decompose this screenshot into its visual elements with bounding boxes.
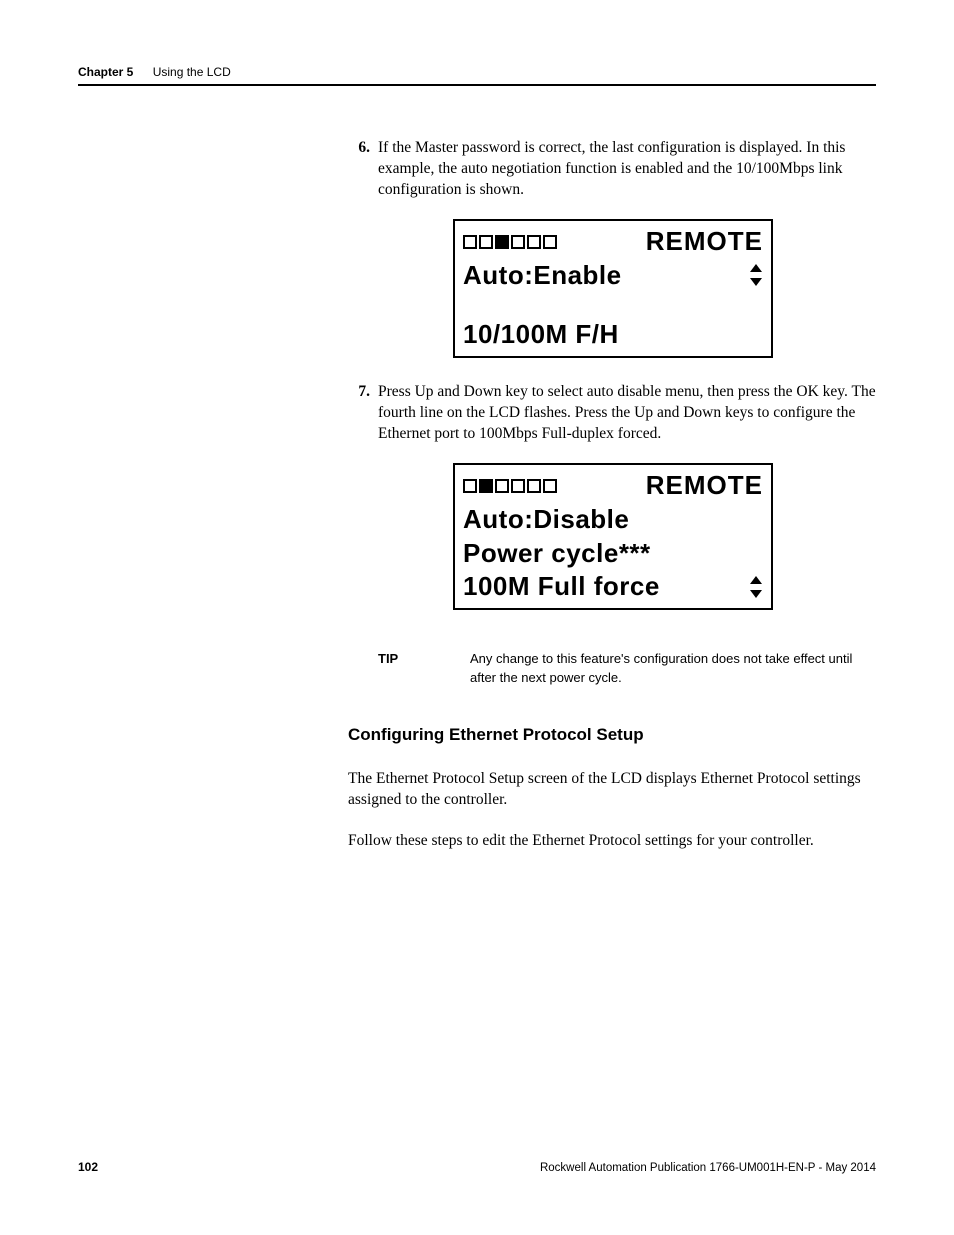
- io-box-empty-icon: [495, 479, 509, 493]
- link-setting: 100M Full force: [463, 570, 660, 604]
- io-box-empty-icon: [527, 235, 541, 249]
- io-box-filled-icon: [495, 235, 509, 249]
- io-box-empty-icon: [463, 235, 477, 249]
- up-down-arrow-icon: [749, 264, 763, 286]
- step-6: 6. If the Master password is correct, th…: [348, 138, 878, 201]
- lcd-display: REMOTE Auto:Enable 10/100M F/H: [453, 219, 773, 358]
- lcd-display: REMOTE Auto:Disable Power cycle*** 100M …: [453, 463, 773, 610]
- lcd-row-4: 100M Full force: [463, 570, 763, 604]
- page-header: Chapter 5 Using the LCD: [78, 64, 876, 80]
- io-box-empty-icon: [463, 479, 477, 493]
- io-box-empty-icon: [543, 479, 557, 493]
- header-title: Using the LCD: [153, 65, 231, 79]
- tip-body: Any change to this feature's configurati…: [470, 650, 878, 688]
- io-indicators: [463, 479, 557, 493]
- io-box-empty-icon: [479, 235, 493, 249]
- tip-block: TIP Any change to this feature's configu…: [348, 650, 878, 688]
- lcd-row-1: REMOTE: [463, 469, 763, 503]
- auto-setting: Auto:Enable: [463, 259, 622, 293]
- lcd-row-4: 10/100M F/H: [463, 318, 763, 352]
- step-text: If the Master password is correct, the l…: [378, 138, 878, 201]
- section-heading: Configuring Ethernet Protocol Setup: [348, 724, 878, 747]
- lcd-row-2: Auto:Enable: [463, 259, 763, 293]
- lcd-row-2: Auto:Disable: [463, 503, 763, 537]
- step-text: Press Up and Down key to select auto dis…: [378, 382, 878, 445]
- page-footer: 102 Rockwell Automation Publication 1766…: [78, 1159, 876, 1177]
- mode-label: REMOTE: [646, 469, 763, 503]
- io-box-empty-icon: [543, 235, 557, 249]
- lcd-row-1: REMOTE: [463, 225, 763, 259]
- io-indicators: [463, 235, 557, 249]
- paragraph: The Ethernet Protocol Setup screen of th…: [348, 769, 878, 811]
- mode-label: REMOTE: [646, 225, 763, 259]
- lcd-blank-row: [463, 292, 763, 318]
- io-box-empty-icon: [511, 479, 525, 493]
- io-box-empty-icon: [511, 235, 525, 249]
- step-number: 7.: [348, 382, 370, 445]
- step-7: 7. Press Up and Down key to select auto …: [348, 382, 878, 445]
- tip-label: TIP: [378, 650, 470, 688]
- io-box-filled-icon: [479, 479, 493, 493]
- lcd-screenshot-2: REMOTE Auto:Disable Power cycle*** 100M …: [348, 463, 878, 610]
- up-down-arrow-icon: [749, 576, 763, 598]
- lcd-row-3: Power cycle***: [463, 537, 763, 571]
- publication-info: Rockwell Automation Publication 1766-UM0…: [540, 1161, 876, 1177]
- page-number: 102: [78, 1159, 98, 1175]
- paragraph: Follow these steps to edit the Ethernet …: [348, 831, 878, 852]
- step-number: 6.: [348, 138, 370, 201]
- lcd-screenshot-1: REMOTE Auto:Enable 10/100M F/H: [348, 219, 878, 358]
- chapter-label: Chapter 5: [78, 65, 133, 79]
- header-rule: [78, 84, 876, 86]
- io-box-empty-icon: [527, 479, 541, 493]
- main-content: 6. If the Master password is correct, th…: [348, 138, 878, 872]
